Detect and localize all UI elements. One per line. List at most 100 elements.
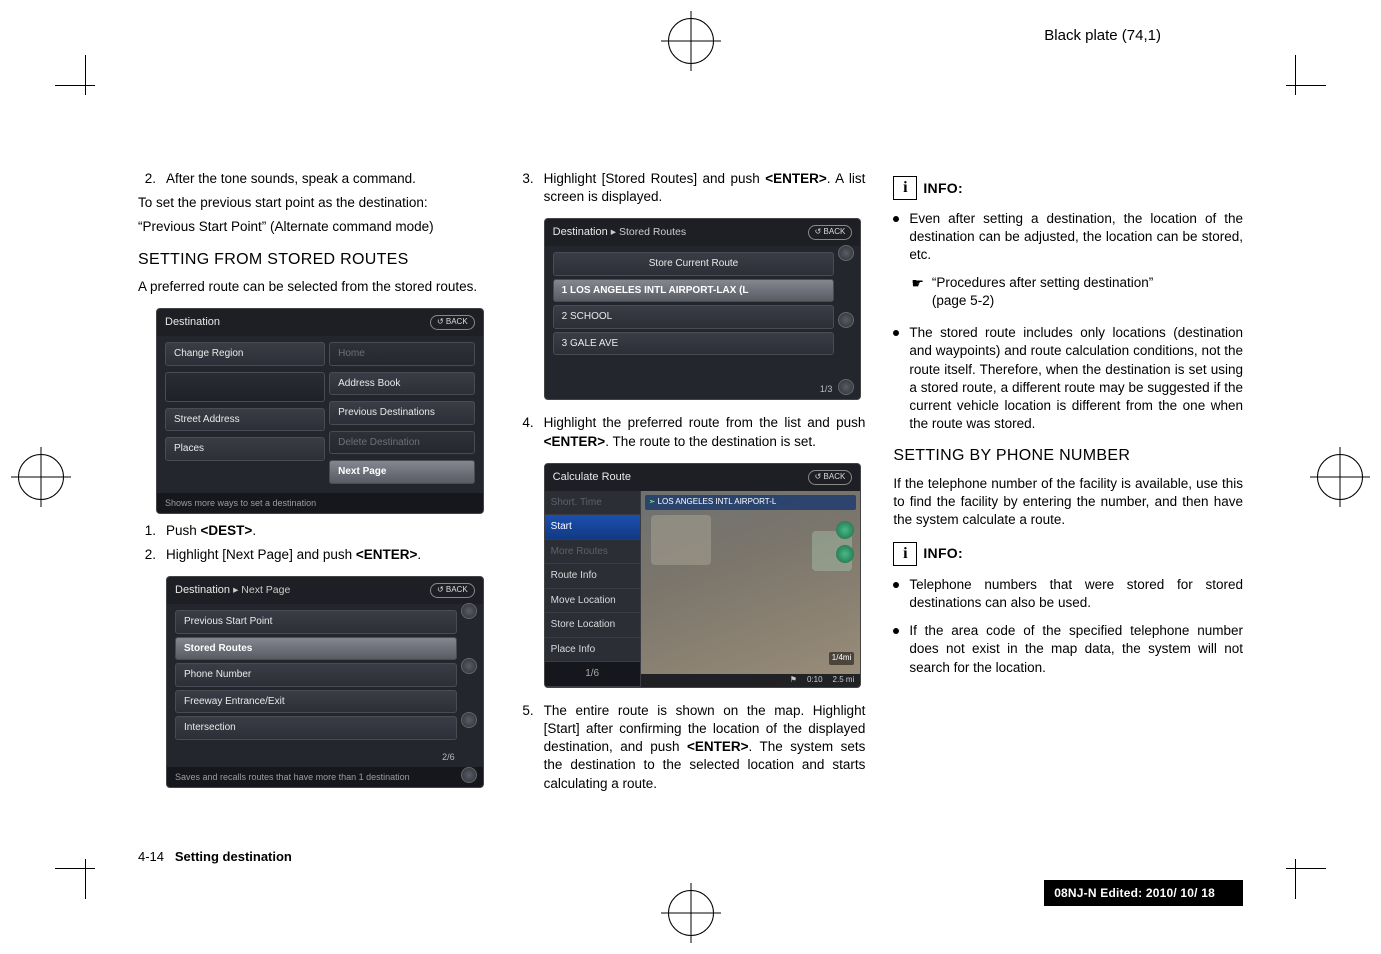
breadcrumb: ▸ Next Page [233,584,294,596]
list-item: 3 GALE AVE [553,332,835,356]
grid-item: Previous Destinations [329,401,475,425]
cross-reference-icon: ☛ [911,274,924,310]
text: . [417,547,421,562]
list-text: The entire route is shown on the map. Hi… [544,702,866,793]
paragraph: If the telephone number of the facility … [893,475,1243,530]
bullet-icon [893,330,899,336]
menu-item: Store Location [545,613,640,638]
column-1: 2. After the tone sounds, speak a comman… [138,170,488,834]
grid-item: Street Address [165,408,325,432]
list-text: Highlight [Stored Routes] and push <ENTE… [544,170,866,206]
grid-item: Delete Destination [329,431,475,455]
scroll-up-icon [838,245,854,261]
heading-stored-routes: SETTING FROM STORED ROUTES [138,249,488,271]
menu-item: Place Info [545,638,640,663]
text: Highlight the preferred route from the l… [544,415,866,430]
text: Push [166,523,201,538]
page-number: 4-14 [138,849,164,864]
paragraph: To set the previous start point as the d… [138,194,488,212]
text: “Procedures after setting destination” [932,275,1153,290]
bullet-text: The stored route includes only locations… [909,324,1243,433]
key-name: <ENTER> [687,739,749,754]
bullet-icon [893,628,899,634]
info-heading: INFO: [923,544,963,563]
cross-reference-text: “Procedures after setting destination” (… [932,274,1153,310]
scroll-down-icon [461,712,477,728]
zoom-in-icon [836,521,854,539]
bullet-text: Telephone numbers that were stored for s… [909,576,1243,612]
column-2: 3. Highlight [Stored Routes] and push <E… [516,170,866,834]
list-text: Highlight [Next Page] and push <ENTER>. [166,546,488,564]
eta-distance: 2.5 mi [833,675,855,686]
crop-mark [1286,85,1326,86]
crop-mark [85,55,86,95]
edition-box: 08NJ-N Edited: 2010/ 10/ 18 [1044,880,1243,906]
text: . The route to the destination is set. [605,434,816,449]
crop-mark [1295,55,1296,95]
key-name: <ENTER> [765,171,827,186]
ss-title: Destination ▸ Next Page [175,583,294,598]
info-icon: i [893,176,917,200]
crop-mark [1295,859,1296,899]
grid-item-selected: Next Page [329,460,475,484]
grid-item [165,372,325,402]
zoom-out-icon [836,545,854,563]
paragraph: “Previous Start Point” (Alternate comman… [138,218,488,236]
store-current-route: Store Current Route [553,252,835,276]
list-number: 5. [518,702,534,793]
list-text: Highlight the preferred route from the l… [544,414,866,450]
screenshot-stored-routes-list: Destination ▸ Stored Routes ↺ BACK Store… [544,218,862,400]
ss-title: Destination [165,315,220,330]
text: LOS ANGELES INTL AIRPORT-L [658,497,777,506]
scroll-bottom-icon [461,767,477,783]
list-item-selected: 1 LOS ANGELES INTL AIRPORT-LAX (L [553,279,835,303]
paragraph: A preferred route can be selected from t… [138,278,488,296]
menu-item: Move Location [545,589,640,614]
grid-item: Change Region [165,342,325,366]
eta-icon: ⚑ [790,675,797,686]
key-name: <ENTER> [356,547,418,562]
crop-mark [1286,868,1326,869]
registration-mark [18,454,64,500]
bullet-icon [893,582,899,588]
scroll-mid-icon [838,312,854,328]
map-view: ➣ LOS ANGELES INTL AIRPORT-L 1/4mi ⚑ 0:1… [641,491,861,687]
registration-mark [668,18,714,64]
scroll-mid-icon [461,658,477,674]
list-text: After the tone sounds, speak a command. [166,170,488,188]
list-number: 2. [140,170,156,188]
pager: 1/3 [545,381,861,399]
map-destination-label: ➣ LOS ANGELES INTL AIRPORT-L [645,495,857,510]
list-number: 4. [518,414,534,450]
plate-label: Black plate (74,1) [1044,27,1161,44]
page-content: 2. After the tone sounds, speak a comman… [138,170,1243,834]
info-heading: INFO: [923,179,963,198]
crop-mark [85,859,86,899]
crop-mark [55,868,95,869]
grid-item: Address Book [329,372,475,396]
grid-item: Home [329,342,475,366]
list-item: Freeway Entrance/Exit [175,690,457,714]
text: Destination [175,584,230,596]
list-item: Intersection [175,716,457,740]
empty-row [553,358,835,372]
ss-hint: Saves and recalls routes that have more … [167,767,483,787]
menu-item-selected: Start [545,515,640,540]
registration-mark [668,890,714,936]
info-icon: i [893,542,917,566]
text: . [252,523,256,538]
ss-title: Destination ▸ Stored Routes [553,225,690,240]
pager: 2/6 [167,749,483,767]
list-text: Push <DEST>. [166,522,488,540]
text: (page 5-2) [932,293,994,308]
scroll-up-icon [461,603,477,619]
grid-item: Places [165,437,325,461]
list-item-selected: Stored Routes [175,637,457,661]
list-number: 3. [518,170,534,206]
ss-hint: Shows more ways to set a destination [157,493,483,513]
screenshot-destination-grid: Destination ↺ BACK Change Region Street … [156,308,484,513]
heading-phone-number: SETTING BY PHONE NUMBER [893,445,1243,467]
bullet-icon [893,216,899,222]
ss-title: Calculate Route [553,470,631,485]
registration-mark [1317,454,1363,500]
